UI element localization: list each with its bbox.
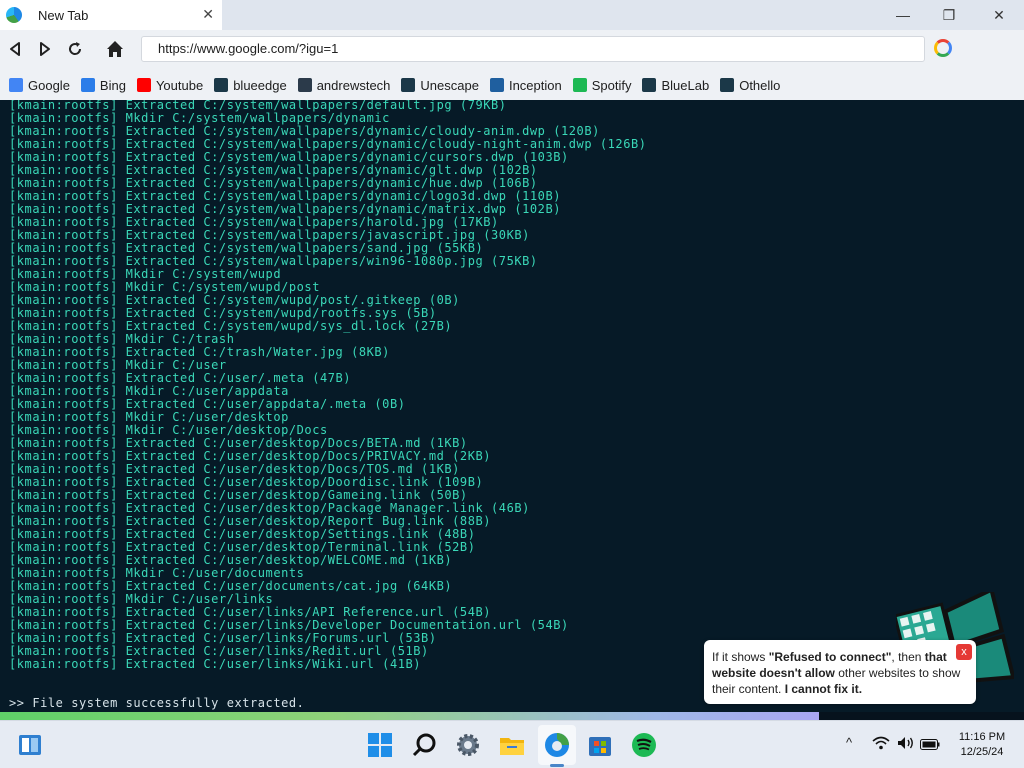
browser-tab[interactable]: New Tab ✕ (0, 0, 222, 30)
bookmarks-bar: Google Bing Youtube blueedge andrewstech Unes… (0, 70, 1024, 100)
file-explorer-icon[interactable] (498, 731, 526, 759)
terminal-line: [kmain:rootfs] Extracted C:/user/links/W… (9, 657, 422, 671)
bookmark-andrewstech[interactable]: andrewstech (297, 77, 391, 93)
search-icon[interactable] (410, 731, 438, 759)
battery-icon[interactable] (920, 738, 940, 753)
clock[interactable]: 11:16 PM 12/25/24 (952, 730, 1012, 760)
back-arrow-icon (10, 42, 20, 56)
tooltip-close-button[interactable]: x (956, 644, 972, 660)
terminal[interactable]: [kmain:rootfs] Extracted C:/system/wallp… (0, 100, 1024, 712)
widgets-icon[interactable] (16, 731, 44, 759)
bookmark-blueedge[interactable]: blueedge (214, 78, 287, 93)
address-bar[interactable]: https://www.google.com/?igu=1 (141, 36, 925, 62)
volume-icon[interactable] (897, 736, 915, 753)
reload-button[interactable] (64, 38, 86, 60)
bing-icon (80, 78, 95, 92)
bookmark-bing[interactable]: Bing (80, 77, 126, 93)
edge-icon (6, 7, 22, 23)
wifi-icon[interactable] (872, 736, 890, 753)
settings-icon[interactable] (454, 731, 482, 759)
bookmark-label: blueedge (233, 77, 287, 93)
bookmark-label: Inception (508, 77, 562, 93)
bookmark-label: BlueLab (661, 77, 710, 93)
bookmark-label: Othello (739, 77, 781, 93)
home-button[interactable] (104, 38, 126, 60)
tooltip-text: , then (891, 650, 925, 664)
windows-start-icon[interactable] (366, 731, 394, 759)
bookmark-label: andrewstech (316, 77, 391, 93)
edge-icon[interactable] (543, 731, 571, 759)
tooltip-bold-text: I cannot fix it. (784, 682, 863, 696)
taskbar: ^ 11:16 PM 12/25/24 (0, 720, 1024, 768)
inception-icon (489, 78, 504, 92)
bookmark-othello[interactable]: Othello (720, 78, 780, 93)
tab-close-button[interactable]: ✕ (202, 6, 214, 23)
bookmark-google[interactable]: Google (9, 78, 70, 93)
gear-icon (214, 78, 229, 92)
google-icon[interactable] (934, 39, 952, 57)
forward-button[interactable] (34, 38, 56, 60)
close-window-button[interactable]: ✕ (976, 4, 1022, 26)
restore-button[interactable]: ❐ (926, 4, 972, 26)
bookmark-label: Youtube (155, 77, 204, 93)
title-bar: New Tab ✕ — ❐ ✕ (0, 0, 1024, 30)
bookmark-label: Google (28, 77, 70, 93)
back-button[interactable] (4, 38, 26, 60)
terminal-log: [kmain:rootfs] Extracted C:/system/wallp… (9, 100, 647, 671)
clock-date: 12/25/24 (960, 746, 1004, 758)
bookmark-label: Spotify (591, 77, 632, 93)
terminal-prompt: >> File system successfully extracted. (9, 696, 305, 710)
tooltip-text: If it shows (712, 650, 769, 664)
clock-time: 11:16 PM (958, 731, 1006, 743)
gear-icon (720, 78, 735, 92)
refused-connect-tooltip: If it shows "Refused to connect", then t… (704, 640, 976, 704)
bookmark-label: Unescape (420, 77, 479, 93)
active-app-indicator (550, 764, 564, 767)
bookmark-label: Bing (99, 77, 126, 93)
bookmark-inception[interactable]: Inception (489, 77, 562, 93)
tray-chevron-icon[interactable]: ^ (846, 735, 852, 750)
bookmark-unescape[interactable]: Unescape (401, 78, 479, 93)
home-icon (107, 41, 123, 57)
bookmark-spotify[interactable]: Spotify (572, 77, 632, 93)
bookmark-youtube[interactable]: Youtube (136, 77, 204, 93)
spotify-icon (572, 78, 587, 92)
tab-title: New Tab (38, 7, 89, 23)
gear-icon (401, 78, 416, 92)
progress-bar (0, 712, 1024, 720)
youtube-icon (136, 78, 151, 92)
gear-icon (642, 78, 657, 92)
store-icon[interactable] (586, 731, 614, 759)
minimize-button[interactable]: — (880, 4, 926, 26)
bookmark-bluelab[interactable]: BlueLab (642, 78, 709, 93)
tooltip-bold-text: "Refused to connect" (768, 650, 892, 664)
reload-icon (69, 42, 82, 55)
andrewstech-icon (297, 78, 312, 92)
navigation-bar: https://www.google.com/?igu=1 (0, 30, 1024, 68)
google-icon (9, 78, 23, 92)
progress-fill (0, 712, 820, 720)
spotify-icon[interactable] (630, 731, 658, 759)
forward-arrow-icon (40, 42, 50, 56)
